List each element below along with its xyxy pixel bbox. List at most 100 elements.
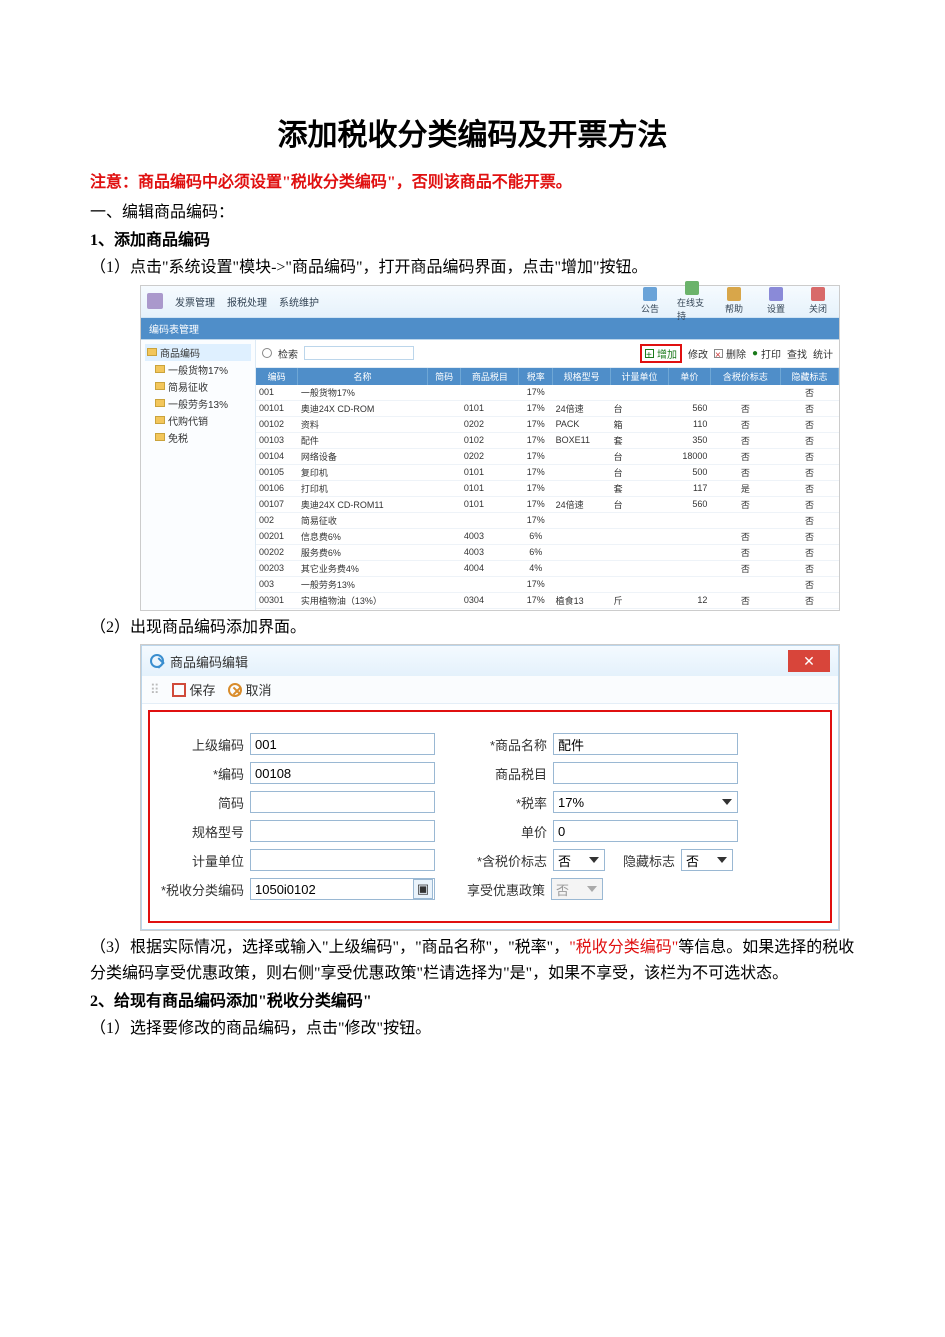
- table-row[interactable]: 00102资料020217%PACK箱110否否: [256, 416, 839, 432]
- table-row[interactable]: 00301实用植物油（13%）030417%植食13斤12否否: [256, 592, 839, 608]
- chevron-down-icon[interactable]: [722, 799, 732, 805]
- price-field[interactable]: [553, 820, 738, 842]
- product-table: 编码名称简码商品税目税率规格型号计量单位单价含税价标志隐藏标志 001一般货物1…: [256, 368, 839, 610]
- table-row[interactable]: 002简易征收17%否: [256, 512, 839, 528]
- label-classcode: *税收分类编码: [160, 880, 250, 899]
- topbtn-help[interactable]: 帮助: [719, 287, 749, 315]
- label-parent: 上级编码: [160, 735, 250, 754]
- tree-item-0[interactable]: 一般货物17%: [145, 361, 251, 378]
- table-row[interactable]: 00203其它业务费4%40044%否否: [256, 560, 839, 576]
- table-header: 简码: [427, 368, 461, 385]
- step-2-1: （1）选择要修改的商品编码，点击"修改"按钮。: [90, 1016, 855, 1042]
- search-input[interactable]: [304, 346, 414, 360]
- table-row[interactable]: 00104网络设备020217%台18000否否: [256, 448, 839, 464]
- tax-rate-select[interactable]: [553, 791, 738, 813]
- label-short: 简码: [160, 793, 250, 812]
- section-1-2: 2、给现有商品编码添加"税收分类编码": [90, 989, 855, 1015]
- table-row[interactable]: 00106打印机010117%套117是否: [256, 480, 839, 496]
- table-row[interactable]: 00103配件010217%BOXE11套350否否: [256, 432, 839, 448]
- label-spec: 规格型号: [160, 822, 250, 841]
- spec-field[interactable]: [250, 820, 435, 842]
- delete-button[interactable]: ×删除: [714, 346, 746, 361]
- table-header: 商品税目: [461, 368, 519, 385]
- list-toolbar: 检索 +增加 修改 ×删除 ●打印 查找 统计: [256, 340, 839, 368]
- edit-icon: [150, 654, 164, 668]
- label-unit: 计量单位: [160, 851, 250, 870]
- table-row[interactable]: 00105复印机010117%台500否否: [256, 464, 839, 480]
- label-prefer: 享受优惠政策: [461, 880, 551, 899]
- search-label: 检索: [278, 346, 298, 361]
- add-button[interactable]: +增加: [640, 344, 682, 363]
- code-field[interactable]: [250, 762, 435, 784]
- section-1-1: 1、添加商品编码: [90, 228, 855, 254]
- sidebar-tree: 商品编码 一般货物17% 简易征收 一般劳务13% 代购代销 免税: [141, 340, 256, 610]
- edit-button[interactable]: 修改: [688, 346, 708, 361]
- tax-item-field[interactable]: [553, 762, 738, 784]
- tree-item-4[interactable]: 免税: [145, 429, 251, 446]
- dialog-title: 商品编码编辑: [170, 652, 248, 671]
- table-row[interactable]: 003一般劳务13%17%否: [256, 576, 839, 592]
- query-button[interactable]: 查找: [787, 346, 807, 361]
- table-header: 隐藏标志: [780, 368, 838, 385]
- table-row[interactable]: 00201信息费6%40036%否否: [256, 528, 839, 544]
- tree-item-1[interactable]: 简易征收: [145, 378, 251, 395]
- table-header: 含税价标志: [710, 368, 780, 385]
- form-area: 上级编码 *商品名称 *编码 商品税目 简码 *税率: [148, 710, 832, 923]
- step-2: （2）出现商品编码添加界面。: [90, 615, 855, 641]
- topbtn-settings[interactable]: 设置: [761, 287, 791, 315]
- table-row[interactable]: 00107奥迪24X CD-ROM11010117%24倍速台560否否: [256, 496, 839, 512]
- topbtn-close[interactable]: 关闭: [803, 287, 833, 315]
- close-icon[interactable]: ✕: [788, 650, 830, 672]
- table-header: 计量单位: [611, 368, 669, 385]
- short-code-field[interactable]: [250, 791, 435, 813]
- save-button[interactable]: 保存: [172, 680, 216, 699]
- label-hideflag: 隐藏标志: [617, 851, 681, 870]
- table-header: 规格型号: [553, 368, 611, 385]
- print-button[interactable]: ●打印: [752, 346, 781, 361]
- tree-item-3[interactable]: 代购代销: [145, 412, 251, 429]
- save-icon: [172, 683, 186, 697]
- picker-icon[interactable]: ▣: [413, 879, 433, 899]
- chevron-down-icon[interactable]: [589, 857, 599, 863]
- dialog-titlebar: 商品编码编辑 ✕: [142, 646, 838, 676]
- cancel-icon: [228, 683, 242, 697]
- chevron-down-icon[interactable]: [717, 857, 727, 863]
- unit-field[interactable]: [250, 849, 435, 871]
- panel-title: 编码表管理: [141, 318, 839, 340]
- label-taxflag: *含税价标志: [463, 851, 553, 870]
- product-name-field[interactable]: [553, 733, 738, 755]
- table-header: 单价: [669, 368, 711, 385]
- doc-title: 添加税收分类编码及开票方法: [90, 110, 855, 154]
- app-topbar: 发票管理 报税处理 系统维护 公告 在线支持 帮助 设置 关闭: [141, 286, 839, 318]
- label-code: *编码: [160, 764, 250, 783]
- table-header: 名称: [298, 368, 427, 385]
- table-row[interactable]: 00202服务费6%40036%否否: [256, 544, 839, 560]
- dialog-toolbar: ⠿ 保存 取消: [142, 676, 838, 704]
- table-row[interactable]: 00101奥迪24X CD-ROM010117%24倍速台560否否: [256, 400, 839, 416]
- parent-code-field[interactable]: [250, 733, 435, 755]
- step-3: （3）根据实际情况，选择或输入"上级编码"，"商品名称"，"税率"，"税收分类编…: [90, 935, 855, 986]
- screenshot-product-list: 发票管理 报税处理 系统维护 公告 在线支持 帮助 设置 关闭 编码表管理 商品…: [140, 285, 840, 611]
- tax-class-code-field[interactable]: [250, 878, 435, 900]
- search-icon: [262, 348, 272, 358]
- topbtn-online[interactable]: 在线支持: [677, 281, 707, 322]
- menu-tax[interactable]: 报税处理: [227, 294, 267, 309]
- label-name: *商品名称: [463, 735, 553, 754]
- stat-button[interactable]: 统计: [813, 346, 833, 361]
- warning-text: 注意：商品编码中必须设置"税收分类编码"，否则该商品不能开票。: [90, 168, 855, 192]
- table-row[interactable]: 004代购代销17%否: [256, 608, 839, 610]
- screenshot-edit-dialog: 商品编码编辑 ✕ ⠿ 保存 取消 上级编码 *商品名称 *编码: [140, 644, 840, 931]
- label-rate: *税率: [463, 793, 553, 812]
- app-icon: [147, 293, 163, 309]
- tree-item-2[interactable]: 一般劳务13%: [145, 395, 251, 412]
- topbtn-notice[interactable]: 公告: [635, 287, 665, 315]
- section-1: 一、编辑商品编码：: [90, 200, 855, 226]
- menu-system[interactable]: 系统维护: [279, 294, 319, 309]
- chevron-down-icon: [587, 886, 597, 892]
- tree-root[interactable]: 商品编码: [145, 344, 251, 361]
- step-1: （1）点击"系统设置"模块->"商品编码"，打开商品编码界面，点击"增加"按钮。: [90, 255, 855, 281]
- label-price: 单价: [463, 822, 553, 841]
- cancel-button[interactable]: 取消: [228, 680, 272, 699]
- menu-invoice[interactable]: 发票管理: [175, 294, 215, 309]
- table-row[interactable]: 001一般货物17%17%否: [256, 385, 839, 401]
